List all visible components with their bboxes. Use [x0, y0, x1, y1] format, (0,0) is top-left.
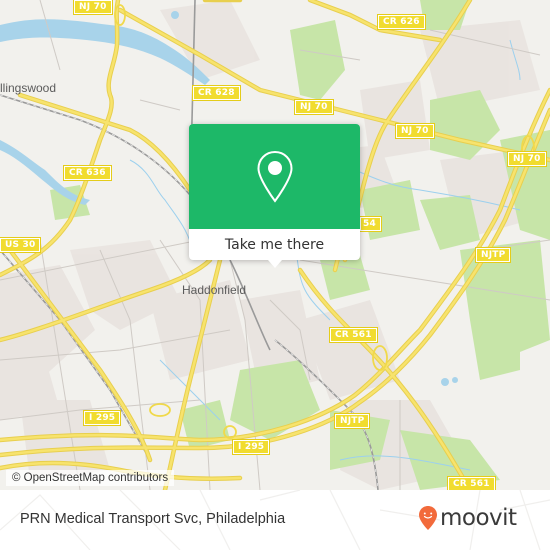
popup-pointer	[268, 260, 282, 268]
moovit-wordmark: moovit	[440, 505, 517, 531]
road-shield-i295: I 295	[82, 410, 122, 426]
road-shield-njtp: NJTP	[474, 247, 512, 263]
road-shield-cr628: CR 628	[192, 85, 241, 101]
road-shield-cr554: 54	[359, 216, 382, 232]
road-shield-cr626: CR 626	[377, 14, 426, 30]
map-attribution[interactable]: © OpenStreetMap contributors	[6, 470, 175, 486]
location-popup: Take me there	[189, 124, 360, 268]
place-title: PRN Medical Transport Svc, Philadelphia	[20, 511, 286, 527]
road-shield-nj70: NJ 70	[395, 123, 435, 139]
road-shield-nj70: NJ 70	[507, 151, 547, 167]
moovit-logo[interactable]: moovit	[418, 504, 517, 532]
place-label-haddonfield: Haddonfield	[182, 283, 247, 297]
map-card: llingswood Haddonfield NJ 70 CR 626 CR 6…	[0, 0, 550, 550]
road-shield-cr636: CR 636	[63, 165, 112, 181]
road-shield-cr561: CR 561	[447, 476, 496, 490]
road-shield-njtp: NJTP	[333, 413, 371, 429]
footer-bar: PRN Medical Transport Svc, Philadelphia …	[0, 490, 550, 550]
road-shield-nj70: NJ 70	[73, 0, 113, 15]
road-shield-us30: US 30	[0, 237, 42, 253]
place-label-collingswood: llingswood	[0, 81, 57, 95]
moovit-pin-smile-icon	[419, 506, 437, 530]
map-pin-icon	[256, 150, 293, 203]
road-shield-nj70: NJ 70	[294, 99, 334, 115]
take-me-there-button[interactable]: Take me there	[189, 229, 360, 260]
popup-header	[189, 124, 360, 229]
road-shield-i295: I 295	[231, 439, 271, 455]
road-shield-cr561: CR 561	[329, 327, 378, 343]
map-view[interactable]: llingswood Haddonfield NJ 70 CR 626 CR 6…	[0, 0, 550, 490]
